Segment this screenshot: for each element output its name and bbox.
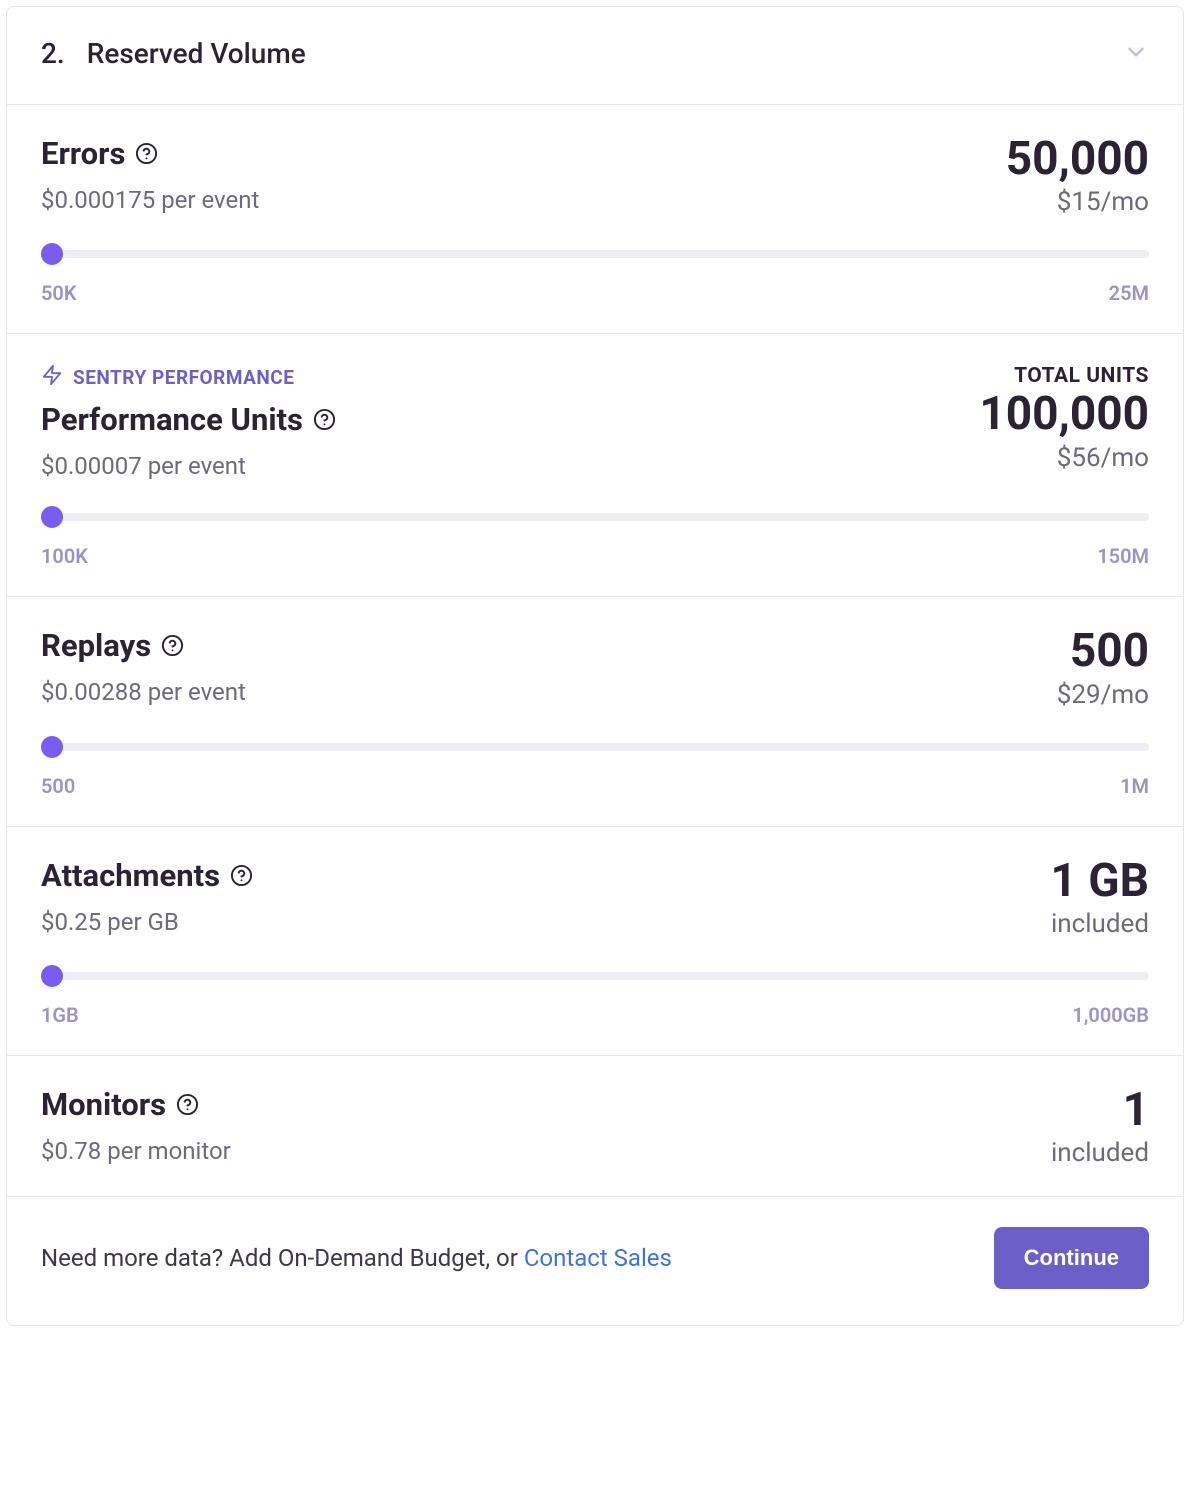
chevron-down-icon[interactable]	[1123, 39, 1149, 69]
slider-min: 500	[41, 774, 75, 798]
panel-title: Errors	[41, 135, 259, 172]
slider-max: 150M	[1097, 544, 1149, 568]
panel-monthly: $56/mo	[979, 443, 1149, 473]
panel-replays: Replays $0.00288 per event 500 $29/mo 50…	[7, 597, 1183, 826]
slider-track	[41, 743, 1149, 751]
replays-slider[interactable]	[41, 736, 1149, 758]
slider-track	[41, 972, 1149, 980]
slider-max: 1M	[1120, 774, 1149, 798]
slider-track	[41, 513, 1149, 521]
slider-thumb[interactable]	[41, 506, 63, 528]
pricing-text: $0.00007 per event	[41, 452, 336, 480]
panel-title: Performance Units	[41, 401, 336, 438]
help-icon[interactable]	[313, 408, 336, 431]
footer: Need more data? Add On-Demand Budget, or…	[7, 1197, 1183, 1325]
slider-thumb[interactable]	[41, 243, 63, 265]
section-title: 2. Reserved Volume	[41, 37, 306, 70]
panel-value: 500	[1057, 627, 1149, 675]
panel-value: 100,000	[979, 390, 1149, 438]
panel-monitors: Monitors $0.78 per monitor 1 included	[7, 1056, 1183, 1197]
panel-monthly: $29/mo	[1057, 680, 1149, 710]
lightning-icon	[41, 364, 63, 391]
slider-min: 100K	[41, 544, 88, 568]
panel-attachments: Attachments $0.25 per GB 1 GB included 1…	[7, 827, 1183, 1056]
panel-title: Replays	[41, 627, 246, 664]
reserved-volume-card: 2. Reserved Volume Errors $0.000175 per …	[6, 6, 1184, 1326]
panel-monthly: $15/mo	[1006, 187, 1149, 217]
panel-monthly: included	[1051, 1138, 1149, 1168]
overline-left: SENTRY PERFORMANCE	[41, 364, 336, 391]
attachments-slider[interactable]	[41, 965, 1149, 987]
panel-performance: SENTRY PERFORMANCE Performance Units $0.…	[7, 334, 1183, 597]
help-icon[interactable]	[161, 634, 184, 657]
slider-min: 1GB	[41, 1003, 79, 1027]
step-number: 2.	[41, 37, 65, 70]
contact-sales-link[interactable]: Contact Sales	[524, 1244, 672, 1272]
slider-thumb[interactable]	[41, 965, 63, 987]
continue-button[interactable]: Continue	[994, 1227, 1149, 1289]
panel-title: Monitors	[41, 1086, 231, 1123]
pricing-text: $0.000175 per event	[41, 186, 259, 214]
slider-track	[41, 250, 1149, 258]
step-title: Reserved Volume	[87, 37, 306, 70]
slider-max: 25M	[1109, 281, 1149, 305]
pricing-text: $0.25 per GB	[41, 908, 253, 936]
help-icon[interactable]	[135, 142, 158, 165]
footer-text: Need more data? Add On-Demand Budget, or…	[41, 1244, 672, 1272]
slider-min: 50K	[41, 281, 77, 305]
panel-title: Attachments	[41, 857, 253, 894]
panel-value: 50,000	[1006, 135, 1149, 183]
slider-max: 1,000GB	[1072, 1003, 1149, 1027]
help-icon[interactable]	[176, 1093, 199, 1116]
help-icon[interactable]	[230, 864, 253, 887]
pricing-text: $0.00288 per event	[41, 678, 246, 706]
panel-value: 1 GB	[1050, 857, 1149, 905]
performance-slider[interactable]	[41, 506, 1149, 528]
slider-thumb[interactable]	[41, 736, 63, 758]
errors-slider[interactable]	[41, 243, 1149, 265]
panel-monthly: included	[1050, 909, 1149, 939]
panel-value: 1	[1051, 1086, 1149, 1134]
section-header[interactable]: 2. Reserved Volume	[7, 7, 1183, 105]
overline-right: TOTAL UNITS	[979, 364, 1149, 388]
pricing-text: $0.78 per monitor	[41, 1137, 231, 1165]
panel-errors: Errors $0.000175 per event 50,000 $15/mo…	[7, 105, 1183, 334]
